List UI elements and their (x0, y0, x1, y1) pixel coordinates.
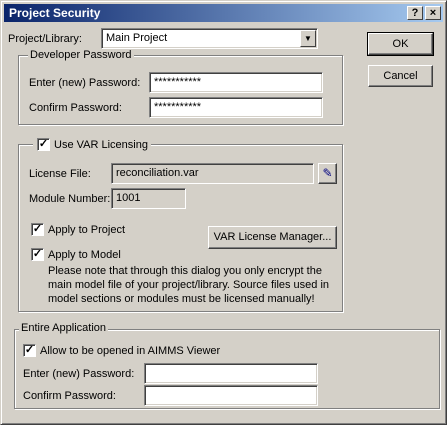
module-number-field[interactable]: 1001 (111, 188, 186, 209)
cancel-button[interactable]: Cancel (368, 65, 433, 87)
ok-button[interactable]: OK (367, 32, 434, 56)
license-file-label: License File: (29, 168, 91, 180)
edit-license-file-button[interactable]: ✎ (318, 163, 337, 184)
var-license-manager-button[interactable]: VAR License Manager... (208, 226, 337, 249)
entire-enter-password-field[interactable] (144, 363, 318, 384)
license-file-field[interactable]: reconciliation.var (111, 163, 314, 184)
var-note-line-1: Please note that through this dialog you… (48, 265, 322, 277)
edit-icon: ✎ (322, 166, 333, 180)
project-library-dropdown[interactable]: Main Project ▼ (101, 28, 318, 49)
entire-application-legend: Entire Application (19, 322, 108, 334)
developer-password-legend: Developer Password (28, 49, 134, 61)
apply-to-model-checkbox[interactable]: ✓ (31, 248, 44, 261)
developer-confirm-password-label: Confirm Password: (29, 102, 122, 114)
window-title: Project Security (9, 6, 101, 20)
var-note-line-3: model sections or modules must be licens… (48, 293, 315, 305)
developer-confirm-password-field[interactable]: *********** (149, 97, 323, 118)
apply-to-project-label: Apply to Project (48, 224, 126, 236)
entire-confirm-password-label: Confirm Password: (23, 390, 116, 402)
close-button[interactable]: × (425, 6, 441, 20)
project-library-label: Project/Library: (8, 33, 82, 45)
help-button[interactable]: ? (407, 6, 423, 20)
use-var-licensing-checkbox[interactable]: ✓ (37, 138, 50, 151)
entire-enter-password-label: Enter (new) Password: (23, 368, 135, 380)
var-licensing-legend: ✓ Use VAR Licensing (33, 138, 151, 152)
var-note-line-2: main model file of your project/library.… (48, 279, 330, 291)
use-var-licensing-label: Use VAR Licensing (54, 139, 148, 151)
apply-to-project-checkbox[interactable]: ✓ (31, 223, 44, 236)
developer-enter-password-field[interactable]: *********** (149, 72, 323, 93)
developer-enter-password-label: Enter (new) Password: (29, 77, 141, 89)
project-security-dialog: Project Security ? × Project/Library: Ma… (0, 0, 447, 425)
apply-to-model-label: Apply to Model (48, 249, 121, 261)
module-number-label: Module Number: (29, 193, 111, 205)
chevron-down-icon[interactable]: ▼ (300, 30, 316, 47)
entire-confirm-password-field[interactable] (144, 385, 318, 406)
allow-aimms-viewer-checkbox[interactable]: ✓ (23, 344, 36, 357)
project-library-value: Main Project (106, 32, 168, 44)
allow-aimms-viewer-label: Allow to be opened in AIMMS Viewer (40, 345, 221, 357)
title-bar: Project Security ? × (4, 4, 443, 22)
